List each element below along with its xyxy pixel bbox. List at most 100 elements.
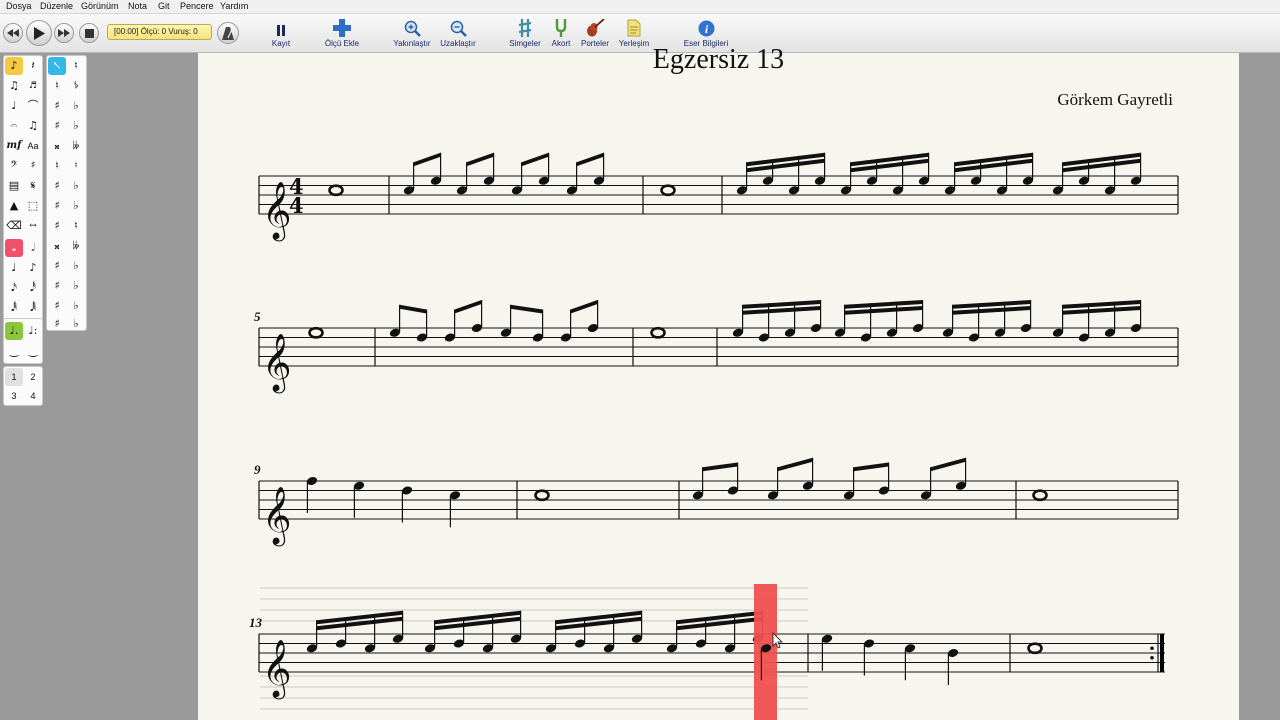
- play-button[interactable]: [26, 20, 52, 46]
- note-beam: [702, 462, 738, 472]
- note-beam: [454, 300, 482, 314]
- sharp-icon[interactable]: ♯: [48, 177, 66, 195]
- half-note-icon[interactable]: 𝅗𝅥: [24, 239, 42, 257]
- voice-2-button[interactable]: 2: [24, 368, 42, 386]
- select-area-icon[interactable]: ⬚: [24, 197, 42, 215]
- hundred-twenty-eighth-note-icon[interactable]: 𝅘𝅥𝅲: [24, 299, 42, 317]
- repeat-dot: [1150, 646, 1154, 651]
- flat-4-icon[interactable]: ♭: [67, 315, 85, 333]
- key-signature-icon[interactable]: ♯: [24, 157, 42, 175]
- sixteenth-note-icon[interactable]: 𝅘𝅥𝅯: [5, 279, 23, 297]
- stop-button[interactable]: [79, 23, 99, 43]
- whole-note: [308, 326, 324, 339]
- menu-window[interactable]: Pencere: [180, 1, 214, 12]
- eighth-note-duration-icon[interactable]: ♪: [24, 259, 42, 277]
- thirty-second-note-icon[interactable]: 𝅘𝅥𝅰: [24, 279, 42, 297]
- voice-1-button[interactable]: 1: [5, 368, 23, 386]
- fast-forward-button[interactable]: [54, 23, 74, 43]
- slur-icon[interactable]: ⌒: [24, 97, 42, 115]
- flat-2-icon[interactable]: ♭: [67, 277, 85, 295]
- treble-clef-icon: 𝄞: [262, 181, 292, 242]
- notes-icon[interactable]: ♫: [24, 117, 42, 135]
- quarter-note-icon[interactable]: ♩: [5, 259, 23, 277]
- metronome-button[interactable]: [217, 22, 239, 44]
- half-flat-icon[interactable]: 𝄳: [67, 77, 85, 95]
- voices-palette: 1 2 3 4: [3, 366, 43, 406]
- dotted-tools-palette: ♩. ♩: ‿ ‿: [3, 318, 43, 364]
- sixty-fourth-note-icon[interactable]: 𝅘𝅥𝅱: [5, 299, 23, 317]
- sharp-1-icon[interactable]: ♯: [48, 257, 66, 275]
- sharp-3-icon[interactable]: ♯: [48, 297, 66, 315]
- voice-4-button[interactable]: 4: [24, 387, 42, 405]
- fermata-icon[interactable]: 𝄐: [5, 117, 23, 135]
- note-beam: [510, 304, 543, 314]
- position-counter: [00:00] Ölçü: 0 Vuruş: 0: [107, 24, 212, 40]
- sharp-icon[interactable]: ♯: [48, 97, 66, 115]
- sharp-icon[interactable]: ♯: [48, 197, 66, 215]
- whole-note-icon[interactable]: 𝅝: [5, 239, 23, 257]
- workspace-background: [1239, 53, 1280, 720]
- quarter-flat-icon[interactable]: ♭: [67, 117, 85, 135]
- voice-3-button[interactable]: 3: [5, 387, 23, 405]
- whole-note: [650, 326, 666, 339]
- flat-icon[interactable]: ♭: [67, 97, 85, 115]
- rewind-button[interactable]: [3, 23, 23, 43]
- stop-icon: [84, 28, 94, 38]
- tuplet-icon[interactable]: ♬: [24, 77, 42, 95]
- tie-alt-icon[interactable]: ‿: [24, 342, 42, 360]
- symbols-icon: [518, 19, 532, 37]
- whole-note: [660, 184, 676, 197]
- menu-note[interactable]: Nota: [128, 1, 147, 12]
- plus-icon: [333, 19, 351, 37]
- menu-view[interactable]: Görünüm: [81, 1, 119, 12]
- eraser-icon[interactable]: ⌫: [5, 217, 23, 235]
- natural-flat-icon[interactable]: ♮: [67, 217, 85, 235]
- double-flat-icon[interactable]: 𝄫: [67, 237, 85, 255]
- dynamics-tool[interactable]: mf: [5, 137, 23, 155]
- whole-note: [534, 489, 550, 502]
- sharp-icon[interactable]: ♯: [48, 217, 66, 235]
- zoom-in-icon: [404, 20, 421, 37]
- measure-number: 5: [254, 309, 261, 324]
- whole-note: [1032, 489, 1048, 502]
- grace-note-icon[interactable]: ♩: [5, 97, 23, 115]
- text-tool[interactable]: Aa: [24, 137, 42, 155]
- zoom-out-icon: [450, 20, 467, 37]
- note-beam: [570, 300, 598, 314]
- flat-sharp-icon[interactable]: ♭: [67, 177, 85, 195]
- note-tools-palette: ♪ 𝄽 ♫ ♬ ♩ ⌒ 𝄐 ♫ mf Aa 𝄢 ♯ ▤ 𝄋 ▲ ⬚ ⌫ ↔ 𝅝 …: [3, 55, 43, 329]
- natural-icon[interactable]: ♮: [48, 77, 66, 95]
- natural-icon[interactable]: ♮: [48, 157, 66, 175]
- flat-icon[interactable]: ♭: [67, 197, 85, 215]
- menu-go[interactable]: Git: [158, 1, 170, 12]
- double-sharp-icon[interactable]: 𝄪: [48, 237, 66, 255]
- text-cursor-icon[interactable]: ↔: [24, 217, 42, 235]
- rest-icon[interactable]: 𝄽: [24, 57, 42, 75]
- double-dotted-note-icon[interactable]: ♩:: [24, 322, 42, 340]
- menu-file[interactable]: Dosya: [6, 1, 32, 12]
- natural-alt-icon[interactable]: ♮: [67, 157, 85, 175]
- double-sharp-icon[interactable]: 𝄪: [48, 137, 66, 155]
- sharp-4-icon[interactable]: ♯: [48, 315, 66, 333]
- pointer-icon[interactable]: ↖: [48, 57, 66, 75]
- sharp-2-icon[interactable]: ♯: [48, 277, 66, 295]
- score-canvas[interactable]: 𝄞44𝄞5𝄞9𝄞13: [198, 53, 1239, 720]
- flat-3-icon[interactable]: ♭: [67, 297, 85, 315]
- repeat-dot: [1150, 655, 1154, 660]
- tie-icon[interactable]: ‿: [5, 342, 23, 360]
- flat-1-icon[interactable]: ♭: [67, 257, 85, 275]
- segno-icon[interactable]: 𝄋: [24, 177, 42, 195]
- metronome-mark-icon[interactable]: ▲: [5, 197, 23, 215]
- keyboard-icon[interactable]: ▤: [5, 177, 23, 195]
- double-flat-icon[interactable]: 𝄫: [67, 137, 85, 155]
- note-beam: [853, 462, 889, 472]
- menu-help[interactable]: Yardım: [220, 1, 248, 12]
- score-page[interactable]: Egzersiz 13 Görkem Gayretli 𝄞 4 4 𝄞 5 𝄞 9 𝄞 13: [198, 44, 1239, 720]
- eighth-note-icon[interactable]: ♪: [5, 57, 23, 75]
- sharp-icon[interactable]: ♯: [48, 117, 66, 135]
- bass-clef-icon[interactable]: 𝄢: [5, 157, 23, 175]
- menu-edit[interactable]: Düzenle: [40, 1, 73, 12]
- dotted-note-icon[interactable]: ♩.: [5, 322, 23, 340]
- natural-icon[interactable]: ♮: [67, 57, 85, 75]
- beamed-notes-icon[interactable]: ♫: [5, 77, 23, 95]
